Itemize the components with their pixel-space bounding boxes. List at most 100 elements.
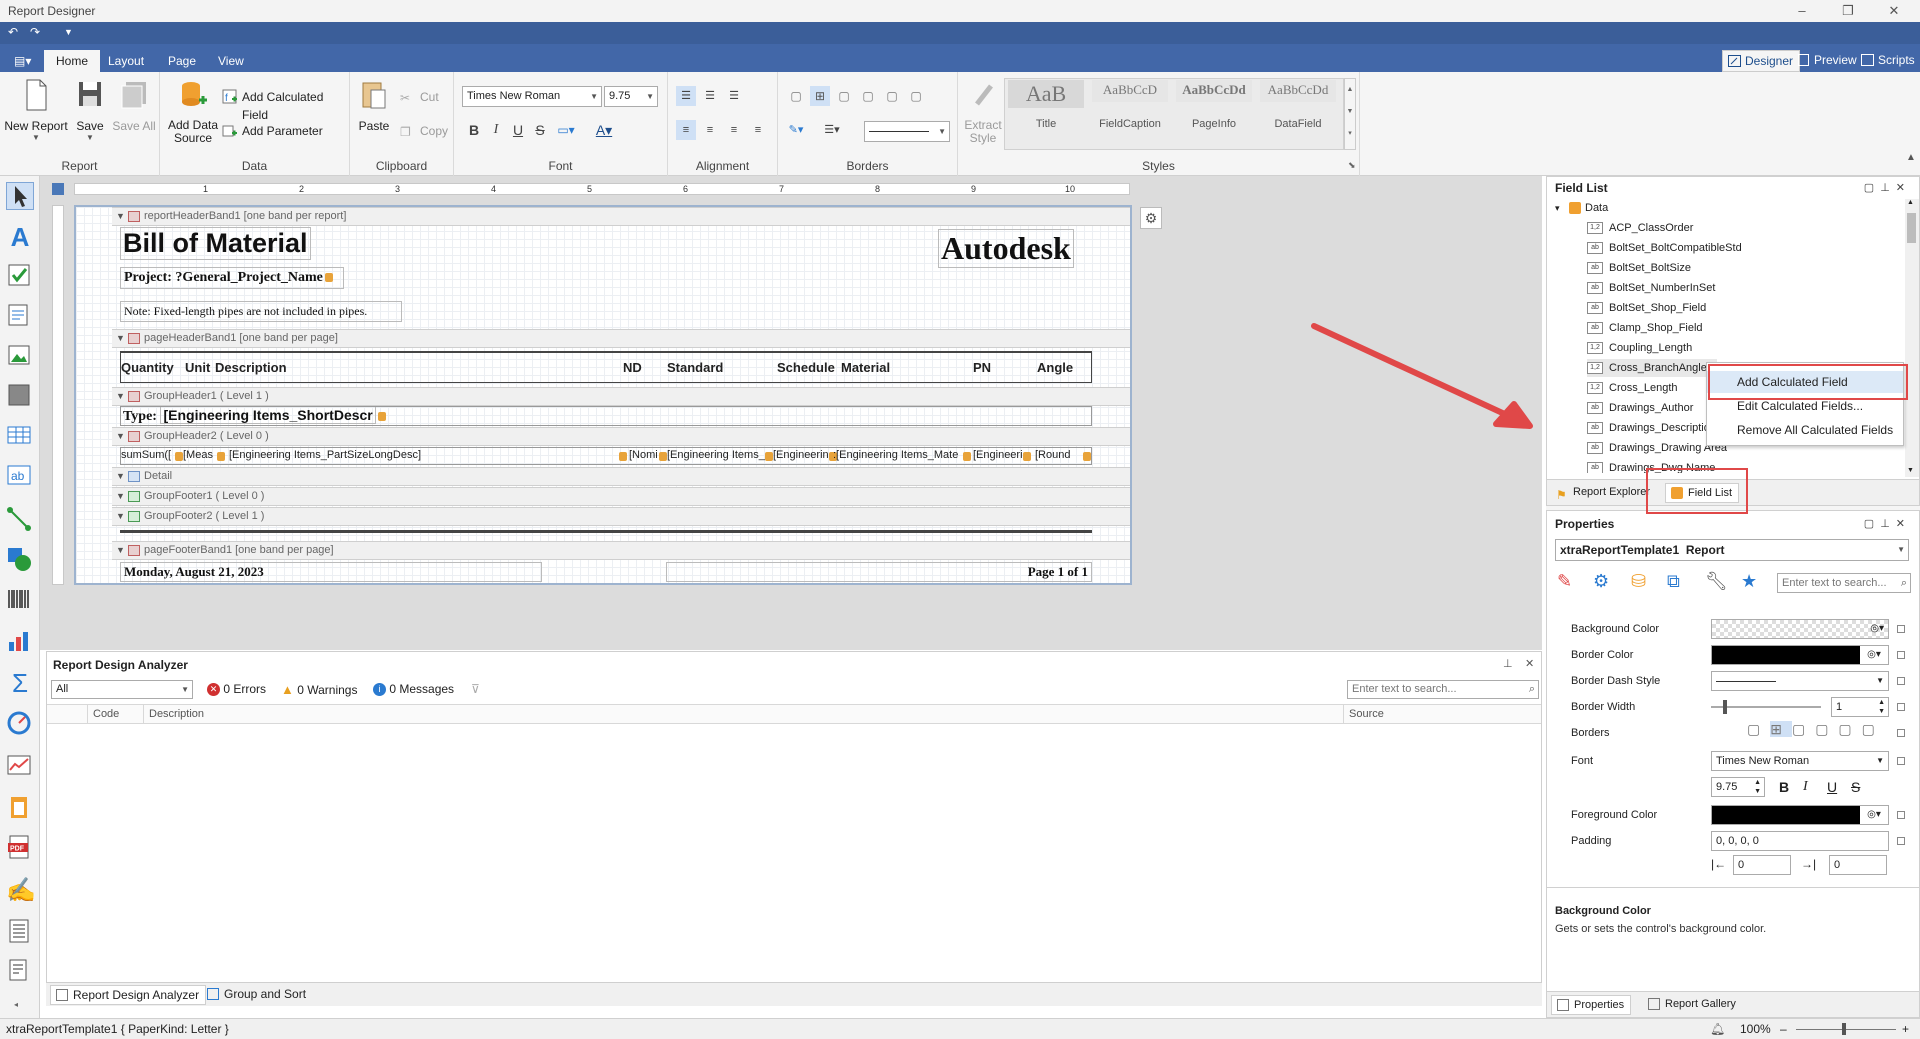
border-width-icon[interactable]: ☰▾ (822, 120, 842, 140)
align-center-icon[interactable]: ≡ (700, 120, 720, 140)
tab-report-design-analyzer[interactable]: Report Design Analyzer (50, 985, 207, 1005)
bell-icon[interactable]: 🔔︎ (1710, 1019, 1725, 1039)
messages-toggle[interactable]: i 0 Messages (373, 682, 454, 697)
subreport-tool-icon[interactable] (6, 794, 34, 822)
selected-object-select[interactable]: xtraReportTemplate1 Report ▼ (1555, 539, 1909, 561)
border-right-icon[interactable]: ▢ (858, 86, 878, 106)
properties-search-input[interactable]: Enter text to search... ⌕ (1777, 573, 1911, 593)
color-picker-icon[interactable]: ◎▾ (1870, 620, 1884, 638)
data-row[interactable]: sumSum([ [Meas [Engineering Items_PartSi… (120, 447, 1092, 465)
signature-tool-icon[interactable]: ✍ (6, 876, 36, 904)
padding-right-input[interactable]: 0 (1829, 855, 1887, 875)
add-calculated-field-button[interactable]: f Add Calculated Field (222, 88, 349, 122)
border-left-icon[interactable]: ▢ (906, 86, 926, 106)
gauge-tool-icon[interactable] (6, 710, 34, 738)
shape-tool-icon[interactable] (6, 546, 34, 574)
slider-thumb[interactable] (1723, 700, 1727, 714)
font-size-editor[interactable]: 9.75 ▲ ▼ (1711, 777, 1765, 797)
customize-qat-icon[interactable]: ▼ (64, 27, 73, 37)
grid-column-description[interactable]: Description (149, 708, 204, 720)
border-width-input[interactable]: 1 ▲ ▼ (1831, 697, 1889, 717)
field-item[interactable]: ab BoltSet_BoltCompatibleStd (1587, 239, 1742, 257)
zoom-in-icon[interactable]: + (1902, 1019, 1909, 1039)
richtext-tool-icon[interactable] (6, 302, 34, 330)
tab-properties[interactable]: Properties (1551, 995, 1632, 1015)
align-middle-icon[interactable]: ☰ (700, 86, 720, 106)
field-item[interactable]: ab Drawings_Author (1587, 399, 1693, 417)
dialog-launcher-icon[interactable]: ⬊ (1348, 160, 1356, 171)
align-top-icon[interactable]: ☰ (676, 86, 696, 106)
band-report-header[interactable]: ▼ reportHeaderBand1 [one band per report] (112, 207, 1130, 226)
padding-left-input[interactable]: 0 (1733, 855, 1791, 875)
barcode-tool-icon[interactable] (6, 586, 34, 614)
border-none-icon[interactable]: ▢ (786, 86, 806, 106)
project-field[interactable]: Project: ?General_Project_Name (120, 267, 344, 289)
clear-filter-icon[interactable]: ⊽ (471, 682, 480, 696)
field-item[interactable]: 1,2 ACP_ClassOrder (1587, 219, 1693, 237)
field-item[interactable]: ab Drawings_Description (1587, 419, 1716, 437)
save-all-button[interactable]: Save All (112, 78, 156, 133)
select-all-corner[interactable] (52, 183, 64, 195)
reset-icon[interactable] (1897, 651, 1905, 659)
spin-icon[interactable]: ▲ ▼ (1878, 698, 1885, 716)
label-tool-icon[interactable]: A (6, 222, 34, 252)
redo-icon[interactable]: ↷ (30, 25, 40, 39)
footer-page-number[interactable]: Page 1 of 1 (666, 562, 1092, 582)
align-bottom-icon[interactable]: ☰ (724, 86, 744, 106)
italic-icon[interactable]: I (1803, 779, 1808, 795)
collapse-ribbon-icon[interactable]: ▲ (1906, 152, 1916, 163)
layout-icon[interactable]: ⧉ (1667, 571, 1680, 592)
italic-icon[interactable]: I (486, 120, 506, 140)
band-group-footer2[interactable]: ▼ GroupFooter2 ( Level 1 ) (112, 507, 1130, 526)
band-group-footer1[interactable]: ▼ GroupFooter1 ( Level 0 ) (112, 487, 1130, 506)
scripts-button[interactable]: Scripts (1856, 50, 1920, 72)
type-row[interactable]: Type: [Engineering Items_ShortDescr (120, 406, 1092, 426)
font-name-select[interactable]: Times New Roman ▼ (462, 86, 602, 107)
align-left-icon[interactable]: ≡ (676, 120, 696, 140)
field-item[interactable]: ab BoltSet_NumberInSet (1587, 279, 1715, 297)
color-picker-icon[interactable]: ◎▾ (1860, 646, 1888, 664)
borders-editor[interactable]: ▢⊞▢▢▢▢ (1747, 721, 1885, 738)
border-width-slider[interactable] (1711, 700, 1821, 714)
chart-tool-icon[interactable] (6, 628, 34, 656)
paste-button[interactable]: Paste (354, 78, 394, 133)
pointer-tool[interactable] (6, 182, 34, 210)
justify-icon[interactable]: ≡ (748, 120, 768, 140)
behavior-gears-icon[interactable]: ⚙ (1593, 571, 1609, 592)
analyzer-filter-select[interactable]: All ▼ (51, 680, 193, 699)
undo-icon[interactable]: ↶ (8, 25, 18, 39)
tab-view[interactable]: View (206, 52, 256, 72)
field-item[interactable]: 1,2 Coupling_Length (1587, 339, 1692, 357)
field-item[interactable]: ab BoltSet_BoltSize (1587, 259, 1691, 277)
extract-style-button[interactable]: Extract Style (962, 78, 1004, 145)
toc-tool-icon[interactable] (6, 918, 34, 946)
preview-button[interactable]: Preview (1792, 50, 1863, 72)
add-parameter-button[interactable]: Add Parameter (222, 122, 323, 140)
field-item-selected[interactable]: 1,2 Cross_BranchAngle1 (1587, 359, 1717, 377)
grid-column-code[interactable]: Code (93, 708, 119, 720)
restore-icon[interactable]: ❐ (1830, 0, 1866, 22)
reset-icon[interactable] (1897, 677, 1905, 685)
bold-icon[interactable]: B (1779, 779, 1789, 795)
band-page-header[interactable]: ▼ pageHeaderBand1 [one band per page] (112, 329, 1130, 348)
app-menu-icon[interactable]: ▤▾ (6, 52, 39, 72)
foreground-color-editor[interactable]: ◎▾ (1711, 805, 1889, 825)
reset-icon[interactable] (1897, 757, 1905, 765)
font-size-select[interactable]: 9.75 ▼ (604, 86, 658, 107)
new-report-button[interactable]: New Report ▼ (4, 78, 68, 142)
report-page[interactable]: ▼ reportHeaderBand1 [one band per report]… (74, 205, 1132, 585)
zoom-slider-thumb[interactable] (1842, 1023, 1846, 1035)
add-data-source-button[interactable]: Add Data Source (166, 78, 220, 145)
save-button[interactable]: Save ▼ (70, 78, 110, 142)
grid-column-source[interactable]: Source (1349, 708, 1384, 720)
tab-page[interactable]: Page (156, 52, 208, 72)
border-dash-editor[interactable]: ▼ (1711, 671, 1889, 691)
report-title[interactable]: Bill of Material (120, 227, 311, 260)
cut-button[interactable]: ✂ Cut (400, 88, 439, 106)
panel-tool-icon[interactable] (6, 382, 34, 410)
line-tool-icon[interactable] (6, 506, 34, 534)
bold-icon[interactable]: B (464, 120, 484, 140)
tab-group-and-sort[interactable]: Group and Sort (202, 985, 312, 1005)
logo-text[interactable]: Autodesk (938, 229, 1074, 268)
favorites-star-icon[interactable]: ★ (1741, 571, 1757, 592)
